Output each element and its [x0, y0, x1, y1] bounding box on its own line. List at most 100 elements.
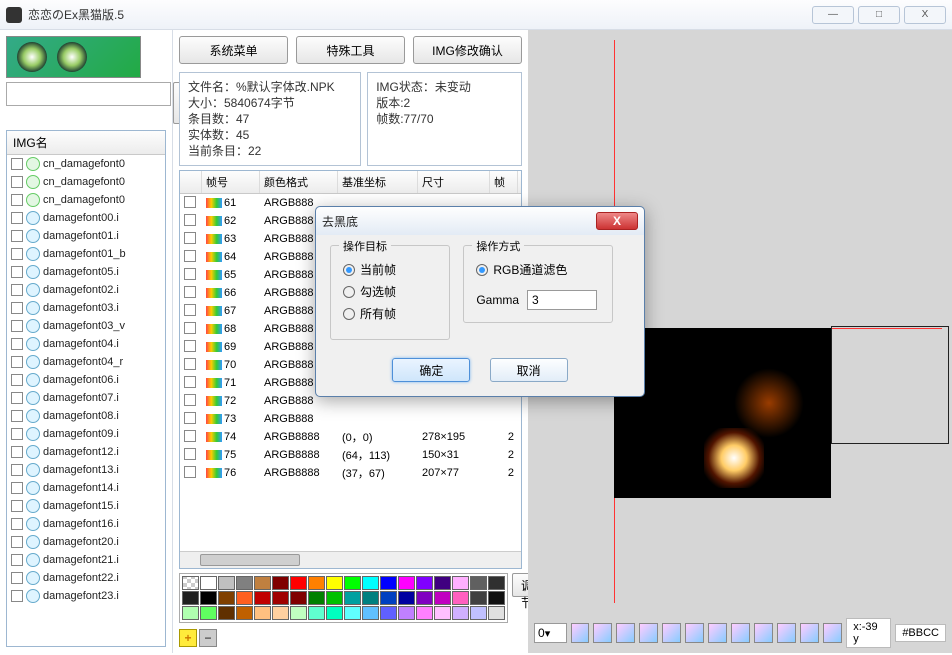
color-swatch[interactable] [254, 606, 271, 620]
tool-icon[interactable] [662, 623, 681, 643]
table-row[interactable]: 75ARGB8888(64，113)150×312 [180, 446, 521, 464]
list-item[interactable]: damagefont15.i [7, 497, 165, 515]
checkbox[interactable] [184, 448, 196, 460]
list-item[interactable]: damagefont14.i [7, 479, 165, 497]
color-swatch[interactable] [272, 576, 289, 590]
color-swatch[interactable] [416, 591, 433, 605]
search-input[interactable] [6, 82, 171, 106]
color-swatch[interactable] [416, 576, 433, 590]
color-swatch[interactable] [488, 576, 505, 590]
color-swatch[interactable] [308, 591, 325, 605]
color-swatch[interactable] [434, 606, 451, 620]
color-swatch[interactable] [488, 591, 505, 605]
color-swatch[interactable] [452, 576, 469, 590]
list-item[interactable]: damagefont21.i [7, 551, 165, 569]
checkbox[interactable] [11, 158, 23, 170]
system-menu-button[interactable]: 系统菜单 [179, 36, 288, 64]
img-list[interactable]: IMG名 cn_damagefont0cn_damagefont0cn_dama… [6, 130, 166, 647]
tool-icon[interactable] [571, 623, 590, 643]
checkbox[interactable] [11, 518, 23, 530]
checkbox[interactable] [11, 374, 23, 386]
color-swatch[interactable] [200, 576, 217, 590]
list-item[interactable]: cn_damagefont0 [7, 155, 165, 173]
checkbox[interactable] [11, 482, 23, 494]
checkbox[interactable] [11, 500, 23, 512]
color-swatch[interactable] [236, 576, 253, 590]
checkbox[interactable] [11, 590, 23, 602]
list-item[interactable]: cn_damagefont0 [7, 191, 165, 209]
color-swatch[interactable] [398, 606, 415, 620]
color-swatch[interactable] [200, 591, 217, 605]
color-swatch[interactable] [236, 591, 253, 605]
minimize-button[interactable]: — [812, 6, 854, 24]
special-tools-button[interactable]: 特殊工具 [296, 36, 405, 64]
checkbox[interactable] [11, 392, 23, 404]
color-swatch[interactable] [290, 606, 307, 620]
table-row[interactable]: 76ARGB8888(37，67)207×772 [180, 464, 521, 482]
color-swatch[interactable] [272, 591, 289, 605]
checkbox[interactable] [11, 428, 23, 440]
checkbox[interactable] [11, 572, 23, 584]
checkbox[interactable] [11, 302, 23, 314]
color-swatch[interactable] [398, 576, 415, 590]
checkbox[interactable] [11, 338, 23, 350]
color-swatch[interactable] [362, 606, 379, 620]
checkbox[interactable] [184, 376, 196, 388]
checkbox[interactable] [11, 266, 23, 278]
color-swatch[interactable] [344, 591, 361, 605]
tool-icon[interactable] [639, 623, 658, 643]
color-swatch[interactable] [290, 576, 307, 590]
grid-hscroll[interactable] [180, 551, 521, 568]
checkbox[interactable] [11, 176, 23, 188]
zoom-value[interactable]: 0 ▾ [534, 623, 567, 643]
color-swatch[interactable] [236, 606, 253, 620]
cancel-button[interactable]: 取消 [490, 358, 568, 382]
checkbox[interactable] [184, 412, 196, 424]
tool-icon[interactable] [731, 623, 750, 643]
list-item[interactable]: damagefont06.i [7, 371, 165, 389]
col-size[interactable]: 尺寸 [418, 171, 490, 193]
color-swatch[interactable] [218, 606, 235, 620]
list-item[interactable]: damagefont00.i [7, 209, 165, 227]
color-swatch[interactable] [362, 576, 379, 590]
table-row[interactable]: 73ARGB888 [180, 410, 521, 428]
list-item[interactable]: damagefont05.i [7, 263, 165, 281]
list-item[interactable]: damagefont01.i [7, 227, 165, 245]
remove-color-button[interactable]: − [199, 629, 217, 647]
color-swatch[interactable] [452, 591, 469, 605]
color-swatch[interactable] [218, 591, 235, 605]
col-frame-no[interactable]: 帧号 [202, 171, 260, 193]
checkbox[interactable] [11, 554, 23, 566]
list-item[interactable]: damagefont04.i [7, 335, 165, 353]
color-swatch[interactable] [326, 591, 343, 605]
close-button[interactable]: X [904, 6, 946, 24]
color-swatch[interactable] [362, 591, 379, 605]
add-color-button[interactable]: + [179, 629, 197, 647]
tool-icon[interactable] [777, 623, 796, 643]
color-swatch[interactable] [182, 591, 199, 605]
maximize-button[interactable]: □ [858, 6, 900, 24]
checkbox[interactable] [184, 304, 196, 316]
checkbox[interactable] [11, 194, 23, 206]
checkbox[interactable] [184, 466, 196, 478]
color-swatch[interactable] [254, 576, 271, 590]
color-swatch[interactable] [452, 606, 469, 620]
color-swatch[interactable] [200, 606, 217, 620]
list-item[interactable]: damagefont13.i [7, 461, 165, 479]
radio-all-frames[interactable]: 所有帧 [343, 305, 437, 322]
checkbox[interactable] [11, 464, 23, 476]
checkbox[interactable] [184, 268, 196, 280]
color-swatch[interactable] [218, 576, 235, 590]
tool-icon[interactable] [754, 623, 773, 643]
col-frame[interactable]: 帧 [490, 171, 518, 193]
table-row[interactable]: 74ARGB8888(0，0)278×1952 [180, 428, 521, 446]
color-swatch[interactable] [434, 591, 451, 605]
list-item[interactable]: damagefont01_b [7, 245, 165, 263]
color-swatch[interactable] [434, 576, 451, 590]
checkbox[interactable] [184, 232, 196, 244]
col-base-coord[interactable]: 基准坐标 [338, 171, 418, 193]
color-swatch[interactable] [380, 591, 397, 605]
checkbox[interactable] [184, 196, 196, 208]
checkbox[interactable] [184, 214, 196, 226]
checkbox[interactable] [11, 410, 23, 422]
